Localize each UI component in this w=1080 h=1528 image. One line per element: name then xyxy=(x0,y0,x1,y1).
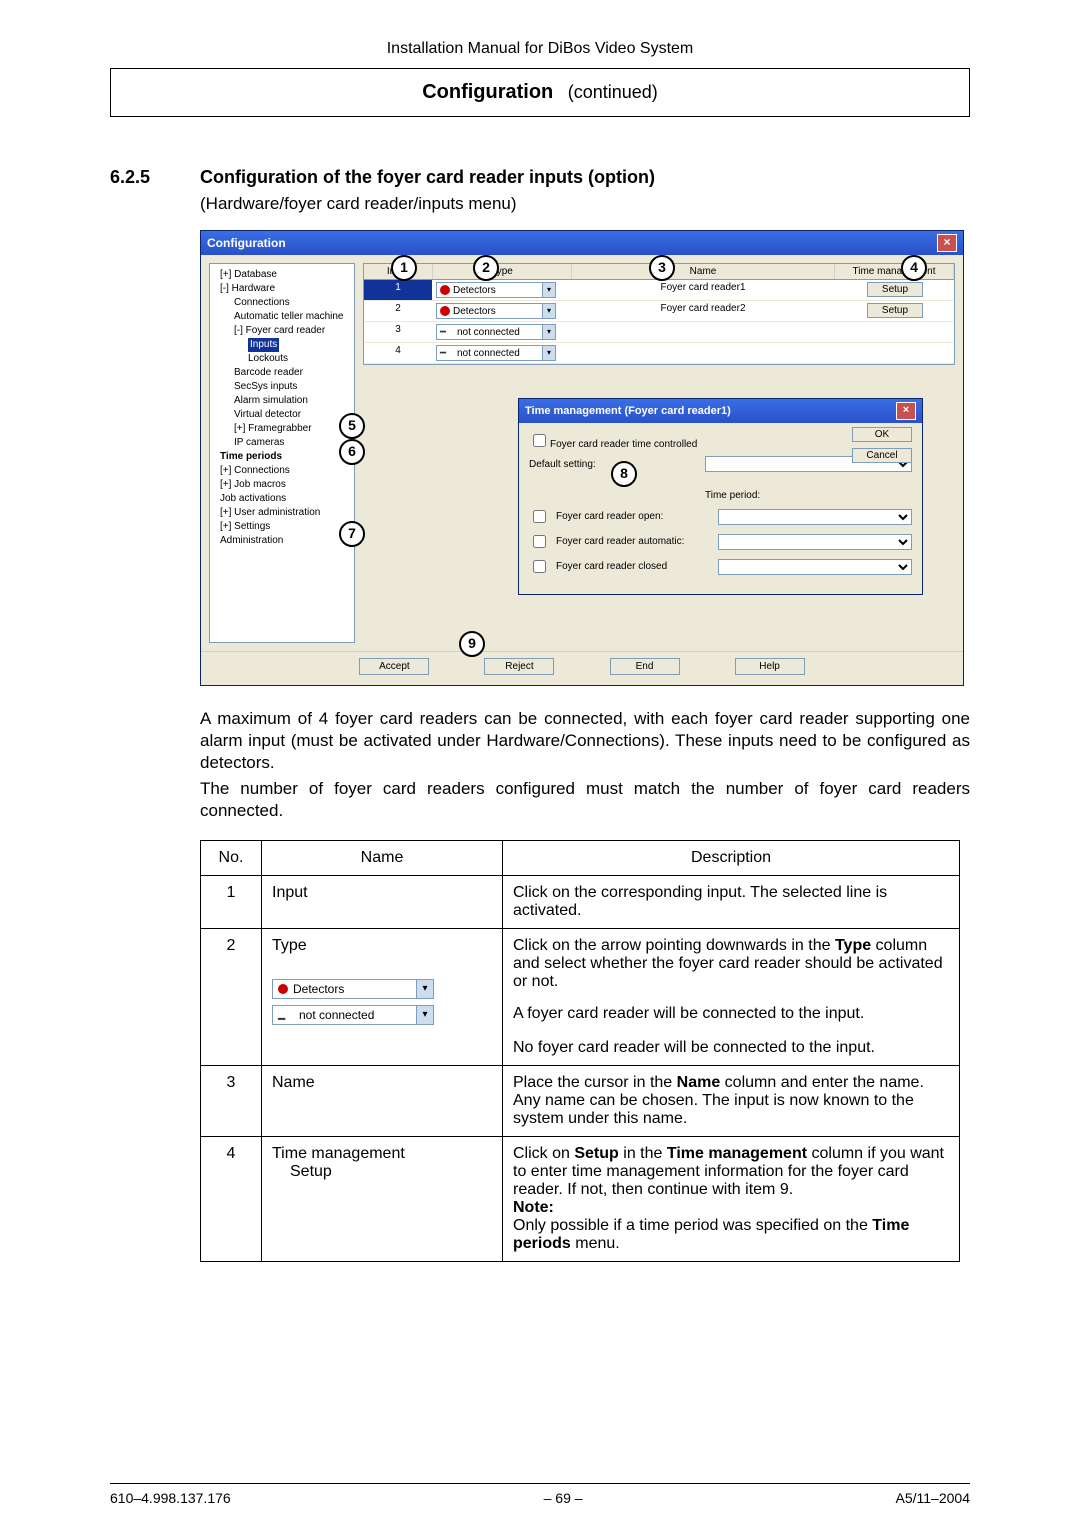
detectors-dropdown[interactable]: Detectors▾ xyxy=(272,979,434,999)
closed-checkbox[interactable] xyxy=(533,560,546,573)
time-controlled-checkbox[interactable] xyxy=(533,434,546,447)
nav-tree[interactable]: [+] Database[-] HardwareConnectionsAutom… xyxy=(209,263,355,643)
dialog-close-icon[interactable]: × xyxy=(896,402,916,420)
time-period-label: Time period: xyxy=(705,490,912,501)
closed-select[interactable] xyxy=(718,559,912,575)
body-paragraph-2: The number of foyer card readers configu… xyxy=(200,778,970,822)
page-footer: 610–4.998.137.176 – 69 – A5/11–2004 xyxy=(110,1483,970,1506)
section-subtitle: (Hardware/foyer card reader/inputs menu) xyxy=(200,194,517,214)
table-row: 2 Type Detectors▾ not connected▾ Click o… xyxy=(201,929,960,1066)
reject-button[interactable]: Reject xyxy=(484,658,554,675)
not-connected-icon xyxy=(278,1010,294,1020)
time-controlled-label: Foyer card reader time controlled xyxy=(550,439,697,450)
table-row: 4 Time managementSetup Click on Setup in… xyxy=(201,1137,960,1262)
open-label: Foyer card reader open: xyxy=(556,511,712,522)
ok-button[interactable]: OK xyxy=(852,427,912,442)
close-icon[interactable]: × xyxy=(937,234,957,252)
cancel-button[interactable]: Cancel xyxy=(852,448,912,463)
section-title: Configuration of the foyer card reader i… xyxy=(200,167,655,188)
accept-button[interactable]: Accept xyxy=(359,658,429,675)
footer-right: A5/11–2004 xyxy=(896,1490,970,1506)
config-continued-box: Configuration (continued) xyxy=(110,68,970,117)
col-type: Type xyxy=(433,264,572,279)
not-connected-dropdown[interactable]: not connected▾ xyxy=(272,1005,434,1025)
chevron-down-icon: ▾ xyxy=(416,980,433,998)
callout-9: 9 xyxy=(459,631,485,657)
help-button[interactable]: Help xyxy=(735,658,805,675)
dialog-button-bar: Accept Reject End Help xyxy=(201,651,963,685)
detector-icon xyxy=(278,984,288,994)
callout-3: 3 xyxy=(649,255,675,281)
th-no: No. xyxy=(201,841,262,876)
th-desc: Description xyxy=(503,841,960,876)
inputs-table-body: 1Detectors▾Foyer card reader1Setup2Detec… xyxy=(363,279,955,365)
document-page: Installation Manual for DiBos Video Syst… xyxy=(0,0,1080,1528)
time-management-dialog: Time management (Foyer card reader1) × O… xyxy=(518,398,923,595)
callout-5: 5 xyxy=(339,413,365,439)
auto-label: Foyer card reader automatic: xyxy=(556,536,712,547)
callout-8: 8 xyxy=(611,461,637,487)
footer-left: 610–4.998.137.176 xyxy=(110,1490,231,1506)
config-label: Configuration xyxy=(422,81,553,103)
auto-checkbox[interactable] xyxy=(533,535,546,548)
window-titlebar: Configuration × xyxy=(201,231,963,255)
callout-7: 7 xyxy=(339,521,365,547)
callout-6: 6 xyxy=(339,439,365,465)
callout-2: 2 xyxy=(473,255,499,281)
callout-4: 4 xyxy=(901,255,927,281)
callout-1: 1 xyxy=(391,255,417,281)
doc-header: Installation Manual for DiBos Video Syst… xyxy=(110,40,970,58)
config-window: Configuration × 1 2 3 4 5 6 7 8 9 [+] Da… xyxy=(200,230,964,686)
table-row: 3 Name Place the cursor in the Name colu… xyxy=(201,1066,960,1137)
th-name: Name xyxy=(262,841,503,876)
window-title: Configuration xyxy=(207,236,286,250)
table-row: 1 Input Click on the corresponding input… xyxy=(201,876,960,929)
col-name: Name xyxy=(572,264,835,279)
auto-select[interactable] xyxy=(718,534,912,550)
footer-center: – 69 – xyxy=(544,1490,583,1506)
closed-label: Foyer card reader closed xyxy=(556,561,712,572)
col-time-management: Time management xyxy=(835,264,954,279)
end-button[interactable]: End xyxy=(610,658,680,675)
chevron-down-icon: ▾ xyxy=(416,1006,433,1024)
dialog-title: Time management (Foyer card reader1) xyxy=(525,405,731,417)
open-checkbox[interactable] xyxy=(533,510,546,523)
body-paragraph-1: A maximum of 4 foyer card readers can be… xyxy=(200,708,970,774)
open-select[interactable] xyxy=(718,509,912,525)
section-number: 6.2.5 xyxy=(110,167,200,188)
config-continued xyxy=(558,82,568,102)
description-table: No. Name Description 1 Input Click on th… xyxy=(200,840,960,1262)
